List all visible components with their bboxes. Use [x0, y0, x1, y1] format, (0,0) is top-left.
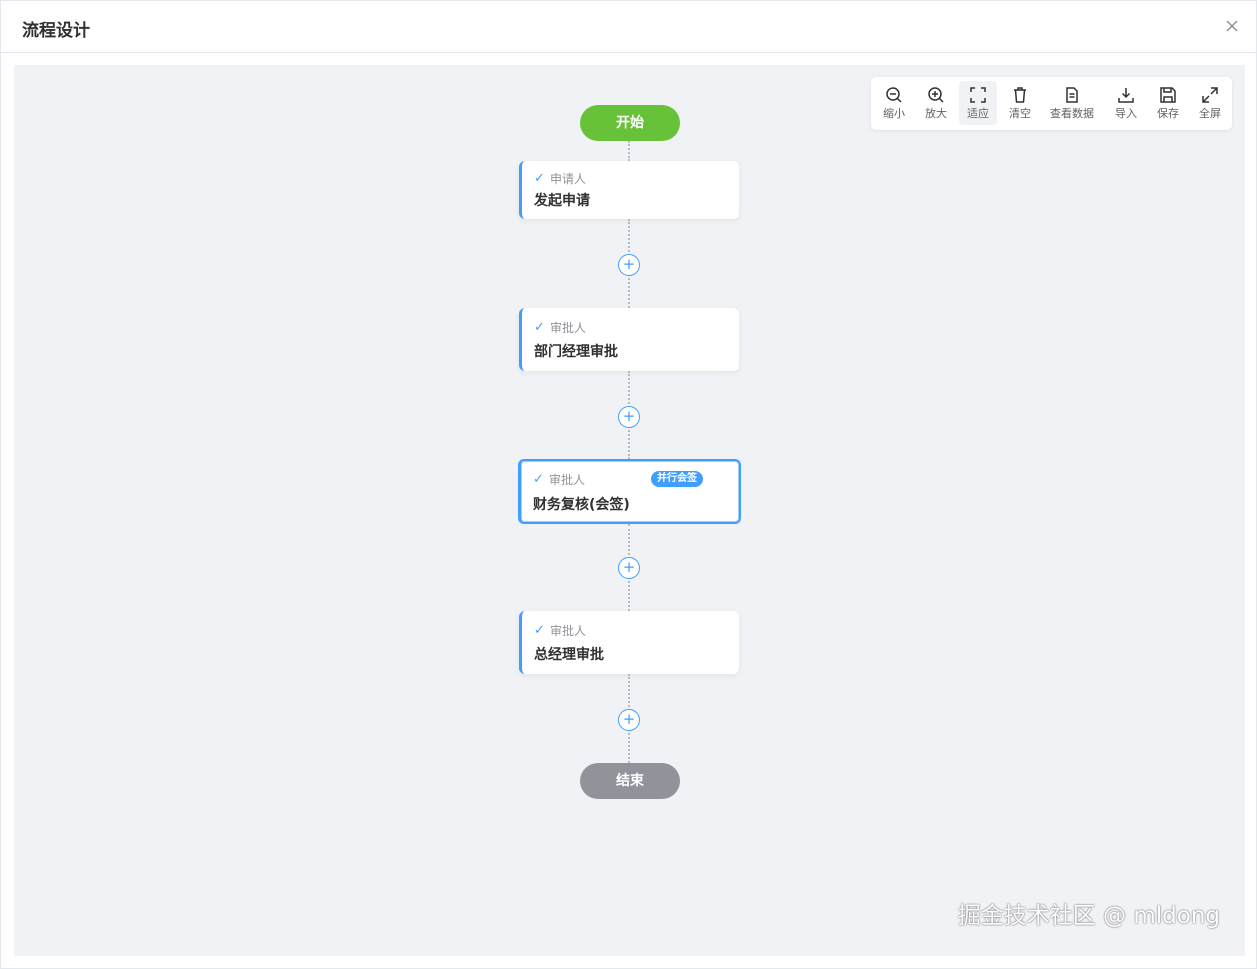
flow-canvas[interactable]: 缩小 放大 适应 清空 查看数据 导入 保存 全屏 开始 ✓ 申请人 发起申请 … — [14, 65, 1245, 956]
dialog-header: 流程设计 — [1, 1, 1256, 53]
flow-node-dept-manager[interactable]: ✓ 审批人 部门经理审批 — [519, 308, 739, 371]
check-icon: ✓ — [534, 171, 545, 186]
check-icon: ✓ — [534, 320, 545, 335]
flow-node-finance-review[interactable]: ✓ 审批人 并行会签 财务复核(会签) — [518, 459, 741, 524]
flow-node-initiator[interactable]: ✓ 申请人 发起申请 — [519, 161, 739, 219]
clear-button[interactable]: 清空 — [1001, 81, 1039, 125]
watermark: 掘金技术社区 @ mldong — [957, 903, 1220, 929]
connector-line — [628, 141, 630, 161]
check-icon: ✓ — [533, 472, 544, 487]
flow-design-dialog: 流程设计 缩小 放大 适应 清空 查看数据 导入 保存 全屏 开始 ✓ 申请人 … — [0, 0, 1257, 969]
zoom-out-label: 缩小 — [883, 107, 905, 120]
countersign-badge: 并行会签 — [651, 471, 703, 487]
add-node-button[interactable]: + — [618, 254, 640, 276]
node-type: 审批人 — [550, 624, 587, 638]
node-name: 部门经理审批 — [534, 344, 618, 360]
add-node-button[interactable]: + — [618, 406, 640, 428]
add-node-button[interactable]: + — [618, 557, 640, 579]
import-label: 导入 — [1115, 107, 1137, 120]
zoom-in-icon — [928, 87, 944, 103]
node-name: 总经理审批 — [534, 647, 604, 663]
zoom-out-button[interactable]: 缩小 — [875, 81, 913, 125]
save-button[interactable]: 保存 — [1149, 81, 1187, 125]
view-data-label: 查看数据 — [1050, 107, 1094, 120]
fit-screen-icon — [970, 87, 986, 103]
flow-node-general-manager[interactable]: ✓ 审批人 总经理审批 — [519, 611, 739, 674]
save-label: 保存 — [1157, 107, 1179, 120]
zoom-out-icon — [886, 87, 902, 103]
import-button[interactable]: 导入 — [1107, 81, 1145, 125]
start-node[interactable]: 开始 — [580, 105, 680, 141]
node-name: 发起申请 — [534, 193, 590, 209]
fullscreen-label: 全屏 — [1199, 107, 1221, 120]
node-type: 审批人 — [549, 473, 586, 487]
node-name: 财务复核(会签) — [533, 497, 630, 513]
check-icon: ✓ — [534, 623, 545, 638]
document-icon — [1066, 87, 1078, 103]
fit-button[interactable]: 适应 — [959, 81, 997, 125]
fit-label: 适应 — [967, 107, 989, 120]
zoom-in-label: 放大 — [925, 107, 947, 120]
end-node[interactable]: 结束 — [580, 763, 680, 799]
node-type: 申请人 — [550, 172, 587, 186]
fullscreen-button[interactable]: 全屏 — [1191, 81, 1229, 125]
view-data-button[interactable]: 查看数据 — [1045, 81, 1099, 125]
expand-icon — [1202, 87, 1218, 103]
save-icon — [1160, 87, 1176, 103]
zoom-in-button[interactable]: 放大 — [917, 81, 955, 125]
add-node-button[interactable]: + — [618, 709, 640, 731]
node-type: 审批人 — [550, 321, 587, 335]
trash-icon — [1014, 87, 1026, 103]
dialog-title: 流程设计 — [22, 21, 90, 41]
designer-toolbar: 缩小 放大 适应 清空 查看数据 导入 保存 全屏 — [871, 77, 1232, 130]
download-icon — [1118, 88, 1134, 103]
clear-label: 清空 — [1009, 107, 1031, 120]
close-icon[interactable] — [1222, 16, 1242, 36]
